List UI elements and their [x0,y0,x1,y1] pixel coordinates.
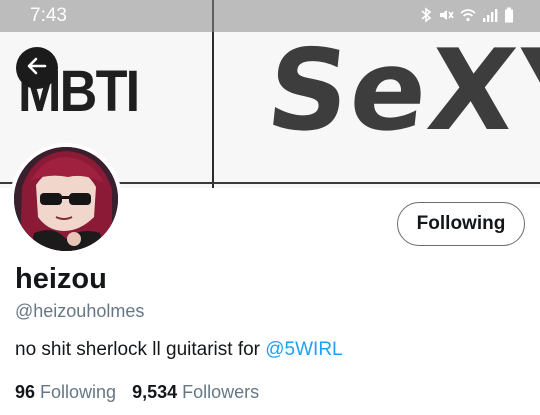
user-handle: @heizouholmes [15,301,145,321]
followers-stat[interactable]: 9,534 Followers [132,382,259,403]
following-count: 96 [15,382,36,402]
follow-stats: 96 Following 9,534 Followers [15,382,259,403]
following-stat[interactable]: 96 Following [15,382,116,403]
avatar[interactable] [10,143,122,255]
bio: no shit sherlock ll guitarist for @5WIRL [15,339,343,361]
following-button[interactable]: Following [397,202,525,246]
display-name: heizou [15,263,107,295]
bio-mention-link[interactable]: @5WIRL [265,339,342,360]
signal-icon [482,7,498,28]
bluetooth-icon [420,7,432,28]
battery-icon [504,7,514,28]
banner-right-text: SeXY [261,26,540,156]
mute-icon [438,7,454,28]
followers-label: Followers [182,382,260,402]
status-icons [420,7,514,28]
followers-count: 9,534 [132,382,178,402]
status-time: 7:43 [30,5,67,26]
status-bar: 7:43 [0,0,540,32]
arrow-left-icon [26,55,48,82]
bio-text: no shit sherlock ll guitarist for [15,339,266,360]
following-label: Following [40,382,117,402]
avatar-illustration [14,147,118,251]
back-button[interactable] [16,47,58,89]
wifi-icon [460,7,476,28]
